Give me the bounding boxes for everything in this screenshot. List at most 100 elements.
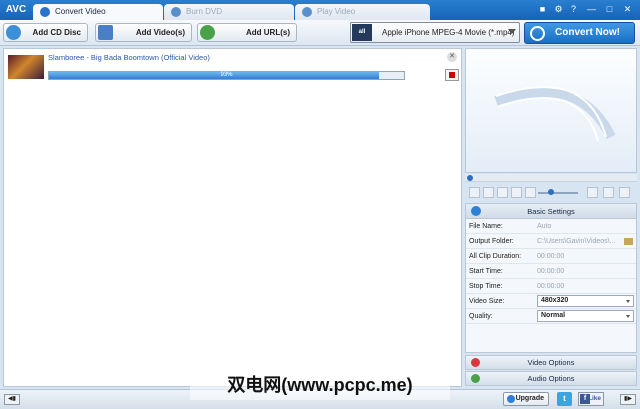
expand-icon[interactable]: ▮▶: [620, 394, 636, 405]
tab-label: Play Video: [317, 7, 356, 16]
audio-options-icon: [471, 374, 480, 383]
upgrade-icon: [507, 395, 515, 403]
volume-slider[interactable]: [538, 192, 578, 194]
upgrade-button[interactable]: Upgrade: [503, 392, 549, 406]
video-options-bar[interactable]: Video Options: [465, 355, 637, 370]
video-thumbnail: [8, 55, 44, 79]
gear-icon[interactable]: ⚙: [552, 3, 565, 16]
maximize-button[interactable]: □: [603, 3, 616, 16]
dvd-icon: [171, 7, 181, 17]
setting-label: All Clip Duration:: [469, 253, 522, 260]
setting-row-stop-time: Stop Time: 00:00:00: [466, 279, 636, 294]
cd-add-icon: [6, 25, 21, 40]
title-bar: AVC Convert Video Burn DVD Play Video ■ …: [0, 0, 640, 20]
format-label: Apple iPhone MPEG-4 Movie (*.mp4): [382, 28, 515, 37]
facebook-like-button[interactable]: f Like: [578, 392, 604, 406]
settings-icon: [471, 206, 481, 216]
play-icon: [302, 7, 312, 17]
watermark-text: 双电网(www.pcpc.me): [190, 370, 450, 400]
setting-label: Output Folder:: [469, 238, 514, 245]
setting-label: Stop Time:: [469, 283, 503, 290]
twitter-icon[interactable]: t: [557, 392, 572, 406]
setting-label: Quality:: [469, 313, 493, 320]
tab-play-video[interactable]: Play Video: [295, 4, 430, 20]
all-clip-duration-field[interactable]: 00:00:00: [537, 249, 564, 264]
setting-row-start-time: Start Time: 00:00:00: [466, 264, 636, 279]
file-name-field[interactable]: Auto: [537, 219, 551, 234]
crop-icon[interactable]: [603, 187, 614, 198]
button-label: Add URL(s): [246, 28, 290, 37]
chevron-down-icon: [508, 29, 516, 34]
effects-icon[interactable]: [619, 187, 630, 198]
film-add-icon: [98, 25, 113, 40]
speaker-icon[interactable]: [525, 187, 536, 198]
add-video-button[interactable]: Add Video(s): [95, 23, 192, 42]
snapshot-icon[interactable]: [511, 187, 522, 198]
audio-options-label: Audio Options: [527, 374, 575, 383]
output-folder-field[interactable]: C:\Users\Gavin\Videos\...: [537, 234, 615, 249]
button-label: Upgrade: [515, 395, 544, 402]
copy-icon[interactable]: [587, 187, 598, 198]
tab-label: Burn DVD: [186, 7, 223, 16]
add-url-button[interactable]: Add URL(s): [197, 23, 297, 42]
seek-bar[interactable]: [465, 174, 637, 182]
setting-row-quality: Quality: Normal: [466, 309, 636, 324]
video-preview: [465, 48, 637, 173]
setting-label: Start Time:: [469, 268, 503, 275]
settings-title: Basic Settings: [527, 207, 575, 216]
button-label: Add Video(s): [135, 28, 185, 37]
video-title[interactable]: Slamboree - Big Bada Boomtown (Official …: [48, 53, 210, 62]
play-icon[interactable]: [469, 187, 480, 198]
stop-icon: [449, 72, 455, 78]
chevron-down-icon: [626, 315, 630, 318]
tab-label: Convert Video: [55, 7, 106, 16]
minimize-button[interactable]: —: [585, 3, 598, 16]
collapse-icon[interactable]: ◀▮: [4, 394, 20, 405]
quality-select[interactable]: Normal: [537, 310, 634, 322]
video-size-select[interactable]: 480x320: [537, 295, 634, 307]
audio-options-bar[interactable]: Audio Options: [465, 371, 637, 386]
select-value: Normal: [541, 312, 566, 319]
app-logo: AVC: [5, 4, 27, 15]
setting-row-video-size: Video Size: 480x320: [466, 294, 636, 309]
pause-icon[interactable]: [483, 187, 494, 198]
start-time-field[interactable]: 00:00:00: [537, 264, 564, 279]
setting-row-file-name: File Name: Auto: [466, 219, 636, 234]
button-label: Add CD Disc: [32, 28, 81, 37]
film-strip-icon: [494, 86, 616, 142]
add-cd-disc-button[interactable]: Add CD Disc: [3, 23, 88, 42]
globe-add-icon: [200, 25, 215, 40]
convert-now-button[interactable]: Convert Now!: [524, 22, 635, 44]
facebook-icon: f: [580, 394, 590, 404]
refresh-icon: [530, 26, 545, 41]
format-icon: all: [352, 24, 372, 41]
close-button[interactable]: ✕: [621, 3, 634, 16]
file-list: Slamboree - Big Bada Boomtown (Official …: [3, 48, 462, 387]
settings-header[interactable]: Basic Settings: [466, 204, 636, 219]
video-options-label: Video Options: [527, 358, 575, 367]
stop-icon[interactable]: [497, 187, 508, 198]
basic-settings-panel: Basic Settings File Name: Auto Output Fo…: [465, 203, 637, 353]
remove-item-button[interactable]: ✕: [447, 52, 457, 62]
output-format-dropdown[interactable]: all Apple iPhone MPEG-4 Movie (*.mp4): [350, 22, 520, 43]
button-label: Convert Now!: [555, 27, 620, 38]
volume-handle[interactable]: [548, 189, 554, 195]
select-value: 480x320: [541, 297, 569, 304]
help-icon[interactable]: ?: [567, 3, 580, 16]
chevron-down-icon: [626, 300, 630, 303]
seek-handle[interactable]: [467, 175, 473, 181]
stop-time-field[interactable]: 00:00:00: [537, 279, 564, 294]
progress-bar: 93%: [48, 71, 405, 80]
video-options-icon: [471, 358, 480, 367]
convert-video-icon: [40, 7, 50, 17]
toolbar: Add CD Disc Add Video(s) Add URL(s) all …: [0, 20, 640, 46]
progress-text: 93%: [220, 72, 233, 78]
skin-icon[interactable]: ■: [536, 3, 549, 16]
stop-button[interactable]: [445, 69, 459, 81]
setting-row-output-folder: Output Folder: C:\Users\Gavin\Videos\...: [466, 234, 636, 249]
player-controls: [465, 185, 637, 201]
tab-convert-video[interactable]: Convert Video: [33, 4, 163, 20]
tab-burn-dvd[interactable]: Burn DVD: [164, 4, 294, 20]
setting-label: File Name:: [469, 223, 503, 230]
folder-icon[interactable]: [624, 238, 633, 245]
